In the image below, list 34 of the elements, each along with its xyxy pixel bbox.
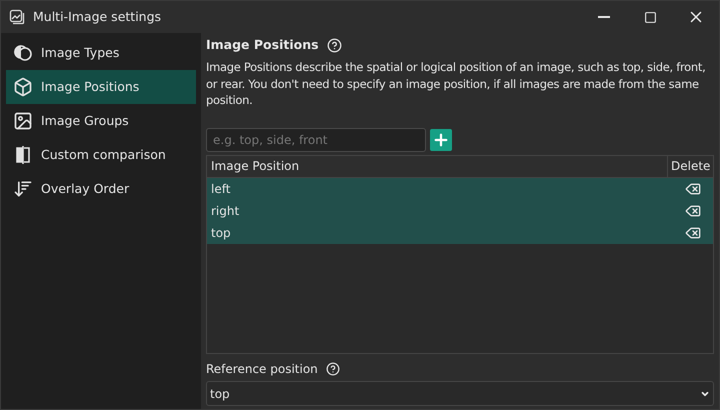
sidebar-item[interactable]: Image Groups xyxy=(6,104,196,138)
table-row[interactable]: left xyxy=(207,178,713,200)
image-icon xyxy=(13,111,33,131)
column-header: Delete xyxy=(670,158,712,175)
table-row[interactable]: right xyxy=(207,200,713,222)
compare-icon xyxy=(13,145,33,165)
help-icon[interactable] xyxy=(326,38,342,52)
delete-icon[interactable] xyxy=(685,224,701,240)
window-title: Multi-Image settings xyxy=(33,8,162,26)
sidebar-item[interactable]: Image Positions xyxy=(6,70,196,104)
cube-icon xyxy=(13,77,33,97)
table-cell-text: right xyxy=(210,202,240,220)
column-header: Image Position xyxy=(207,156,668,176)
minimize-icon xyxy=(598,16,610,18)
table-cell-text: left xyxy=(210,180,232,198)
help-icon[interactable] xyxy=(326,362,340,376)
overlap-circles-icon xyxy=(13,43,33,63)
section-title: Image Positions xyxy=(206,36,319,54)
delete-icon[interactable] xyxy=(685,180,701,196)
sort-icon xyxy=(13,179,33,199)
plus-icon xyxy=(432,130,450,148)
sidebar-item[interactable]: Custom comparison xyxy=(6,138,196,172)
reference-dropdown[interactable]: top xyxy=(206,381,714,406)
position-input[interactable]: e.g. top, side, front xyxy=(206,128,426,152)
sidebar-item[interactable]: Image Types xyxy=(6,36,196,70)
maximize-icon xyxy=(644,10,656,24)
add-button[interactable] xyxy=(430,128,452,150)
delete-icon[interactable] xyxy=(685,202,701,218)
description: Image Positions describe the spatial or logical position of an image, such as top, side, front, or rear. You don't need to specify an image position, if all images are made from the same position. xyxy=(206,59,706,108)
sidebar-item[interactable]: Overlay Order xyxy=(6,172,196,206)
table-row[interactable]: top xyxy=(207,222,713,244)
app-icon xyxy=(9,9,25,25)
table-cell-text: top xyxy=(210,224,232,242)
reference-label: Reference position xyxy=(206,361,318,378)
